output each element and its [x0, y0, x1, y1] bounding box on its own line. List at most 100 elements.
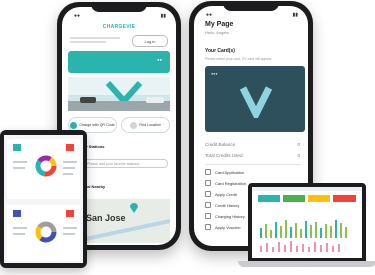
legend-line: [63, 227, 77, 229]
chart-bar: [308, 247, 310, 252]
chart-bar: [280, 226, 282, 238]
login-button[interactable]: Log in: [132, 35, 168, 47]
chart-bar: [285, 220, 287, 238]
chart-bar: [270, 230, 272, 238]
legend-line: [63, 233, 75, 235]
stat-value: 0: [297, 142, 300, 147]
map-city-label: San Jose: [86, 213, 126, 223]
laptop-dashboard: [248, 183, 366, 261]
qr-code-icon: [70, 121, 78, 129]
v-logo-icon: [105, 81, 143, 103]
dashboard-panel: [7, 205, 80, 261]
chart-bar: [272, 247, 274, 252]
favorite-stations-field[interactable]: Please add your favorite stations: [82, 159, 168, 168]
legend-line: [63, 161, 77, 163]
menu-card-application[interactable]: Card Application: [205, 169, 300, 175]
action-label: Find Location: [139, 123, 161, 127]
chart-bar: [284, 245, 286, 252]
stat-tile[interactable]: [283, 195, 305, 202]
chart-bar: [266, 243, 268, 252]
dashboard-panel: [7, 139, 80, 199]
panel-badge-icon: [13, 144, 21, 151]
total-credits-row: Total Credits Used 0: [205, 153, 300, 158]
status-bar: ●● ▮▮: [74, 13, 166, 19]
chart-bar: [340, 223, 342, 238]
stat-tile[interactable]: [333, 195, 356, 202]
chart-bar: [320, 245, 322, 252]
card-register-icon: [205, 180, 211, 186]
divider: [205, 164, 300, 165]
card-brand-tag: ●●●: [211, 72, 218, 76]
v-logo-icon: [239, 86, 273, 118]
chart-bar: [302, 244, 304, 252]
stat-tile[interactable]: [308, 195, 330, 202]
chart-bar: [295, 223, 297, 238]
ev-card[interactable]: ●●●: [205, 66, 305, 132]
chart-bar: [330, 226, 332, 238]
chart-bar: [332, 246, 334, 252]
chart-bar: [320, 228, 322, 238]
stat-label: Total Credits Used: [205, 153, 243, 158]
greeting-text: Hello, Angela: [205, 30, 229, 35]
chart-bar: [296, 246, 298, 252]
menu-label: Card Registration: [215, 180, 247, 186]
panel-badge-icon: [13, 210, 21, 217]
car-icon: [146, 97, 164, 103]
card-icon: [205, 169, 211, 175]
chart-bar: [338, 244, 340, 252]
chart-bar: [265, 224, 267, 238]
stat-value: 0: [297, 153, 300, 158]
history-icon: [205, 202, 211, 208]
legend-line: [13, 161, 27, 163]
welcome-placeholder: [70, 37, 130, 43]
app-brand: CHARGEVIE: [102, 24, 136, 30]
chart-bar: [315, 222, 317, 238]
chart-bar: [326, 243, 328, 252]
chart-bar: [325, 224, 327, 238]
legend-line: [13, 233, 25, 235]
chart-bar: [345, 227, 347, 238]
chart-bar: [278, 242, 280, 252]
credit-icon: [205, 191, 211, 197]
chart-bar: [290, 241, 292, 252]
panel-alert-icon: [66, 144, 74, 151]
menu-label: Card Application: [215, 169, 245, 175]
menu-label: Credit History: [215, 202, 240, 208]
tablet-dashboard: [0, 130, 87, 268]
find-location-button[interactable]: Find Location: [121, 117, 170, 133]
charging-icon: [205, 213, 211, 219]
legend-line: [63, 173, 73, 175]
stat-tile[interactable]: [258, 195, 280, 202]
status-bar: ●● ▮▮: [206, 12, 298, 18]
phone-notch: [223, 1, 279, 11]
legend-line: [13, 167, 25, 169]
location-pin-icon: [130, 121, 138, 129]
chart-bar: [305, 221, 307, 238]
chart-bar: [260, 228, 262, 238]
chart-bar: [290, 227, 292, 238]
stat-label: Credit Balance: [205, 142, 236, 147]
map-pin-icon[interactable]: [130, 203, 138, 213]
tablet-screen: [4, 135, 83, 263]
chart-bar: [335, 220, 337, 238]
legend-line: [63, 167, 75, 169]
legend-line: [13, 227, 27, 229]
promo-card[interactable]: ●●: [68, 51, 170, 73]
promo-card-tag: ●●: [157, 57, 162, 62]
voucher-icon: [205, 224, 211, 230]
laptop-toolbar: [252, 187, 362, 191]
menu-label: Charging History: [215, 213, 245, 219]
chart-bar: [275, 222, 277, 238]
phone-notch: [91, 2, 147, 12]
station-banner-image[interactable]: [68, 77, 170, 111]
panel-alert-icon: [66, 210, 74, 217]
cards-hint: Please select your card. EV card will ap…: [205, 57, 273, 61]
chart-bar: [314, 242, 316, 252]
menu-label: Apply Credit: [215, 191, 237, 197]
laptop-base: [238, 261, 375, 267]
chart-bar: [300, 229, 302, 238]
car-icon: [80, 97, 96, 103]
menu-label: Apply Voucher: [215, 224, 241, 230]
chart-bar: [260, 246, 262, 252]
donut-chart-icon: [35, 155, 57, 177]
